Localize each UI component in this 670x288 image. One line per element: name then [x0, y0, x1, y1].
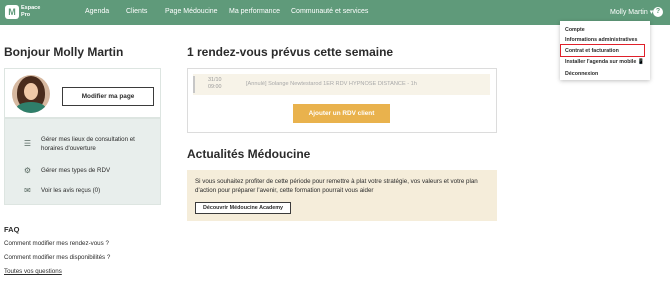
- user-name: Molly Martin: [610, 9, 648, 16]
- sidebar-item-label: Gérer mes lieux de consultation et: [41, 136, 135, 143]
- menu-item-compte[interactable]: Compte: [565, 27, 585, 33]
- faq-link-rendez-vous[interactable]: Comment modifier mes rendez-vous ?: [4, 240, 109, 247]
- nav-item-page-medoucine[interactable]: Page Médoucine: [165, 8, 218, 15]
- brand-logo-text[interactable]: Espace Pro: [21, 5, 40, 19]
- brand-line-1: Espace: [21, 5, 41, 11]
- user-menu-toggle[interactable]: Molly Martin ▾: [610, 8, 653, 16]
- discover-academy-button[interactable]: Découvrir Médoucine Academy: [195, 202, 291, 214]
- greeting-title: Bonjour Molly Martin: [4, 45, 124, 59]
- nav-item-communaute-services[interactable]: Communauté et services: [291, 8, 368, 15]
- appointment-datetime: 31/10 09:00: [208, 77, 222, 91]
- brand-line-2: Pro: [21, 12, 31, 18]
- menu-item-installer-agenda-mobile[interactable]: Installer l'agenda sur mobile 📱: [565, 59, 644, 65]
- nav-item-agenda[interactable]: Agenda: [85, 8, 109, 15]
- news-title: Actualités Médoucine: [187, 147, 311, 161]
- appointment-status-bar: [193, 76, 195, 93]
- comment-icon: ✉: [24, 186, 31, 195]
- menu-item-informations-administratives[interactable]: Informations administratives: [565, 37, 637, 43]
- sidebar-item-avis[interactable]: Voir les avis reçus (0): [41, 186, 100, 195]
- news-text: Si vous souhaitez profiter de cette péri…: [195, 178, 478, 194]
- help-icon[interactable]: ?: [653, 7, 663, 17]
- nav-item-clients[interactable]: Clients: [126, 8, 147, 15]
- highlight-box: [560, 44, 645, 57]
- sidebar-item-types-rdv[interactable]: Gérer mes types de RDV: [41, 166, 110, 175]
- settings-icon: ⚙: [23, 166, 32, 175]
- appointment-description: [Annulé] Solange Newtestarod 1ER RDV HYP…: [246, 81, 417, 87]
- appointment-time: 09:00: [208, 84, 222, 90]
- avatar: [12, 75, 50, 113]
- sidebar-item-label: horaires d'ouverture: [41, 145, 96, 152]
- edit-page-button[interactable]: Modifier ma page: [62, 87, 154, 106]
- faq-title: FAQ: [4, 225, 20, 234]
- add-appointment-button[interactable]: Ajouter un RDV client: [293, 104, 390, 123]
- faq-link-disponibilites[interactable]: Comment modifier mes disponibilités ?: [4, 254, 110, 261]
- faq-link-toutes-questions[interactable]: Toutes vos questions: [4, 268, 62, 275]
- appointments-title: 1 rendez-vous prévus cette semaine: [187, 45, 394, 59]
- brand-logo-icon[interactable]: M: [5, 5, 19, 19]
- menu-item-deconnexion[interactable]: Déconnexion: [565, 71, 598, 77]
- appointment-date: 31/10: [208, 77, 222, 83]
- avatar-shirt: [16, 102, 46, 113]
- sidebar-item-lieux-horaires[interactable]: Gérer mes lieux de consultation et horai…: [41, 135, 135, 153]
- avatar-face: [24, 83, 38, 100]
- list-icon: ☰: [23, 139, 32, 148]
- nav-item-ma-performance[interactable]: Ma performance: [229, 8, 280, 15]
